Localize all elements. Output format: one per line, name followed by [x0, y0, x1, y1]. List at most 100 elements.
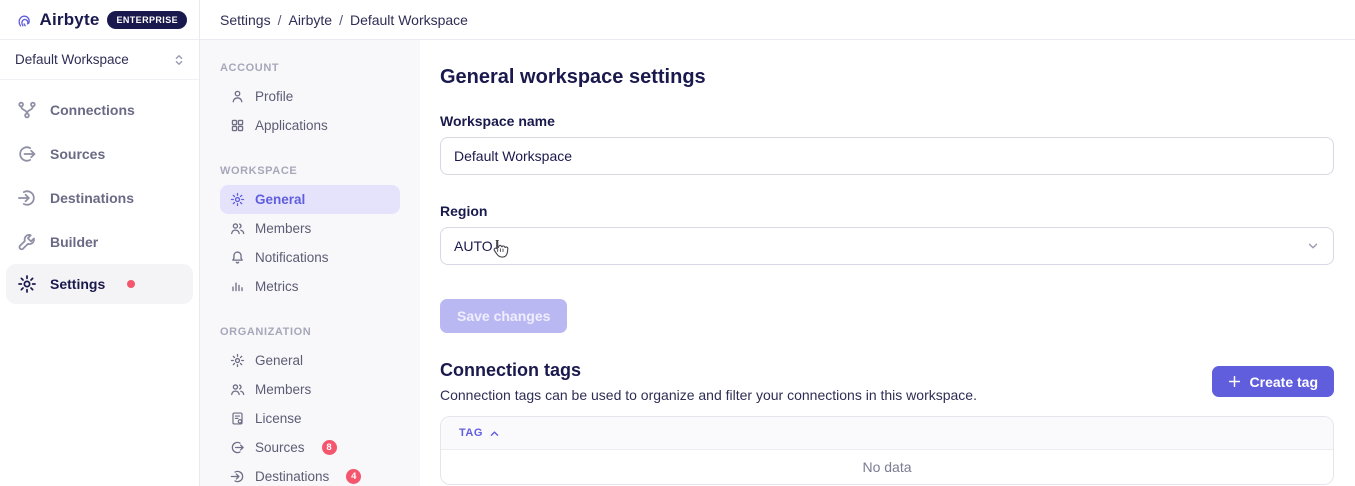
sidebar-item-builder[interactable]: Builder [6, 220, 193, 263]
sidebar-item-label: Destinations [50, 190, 134, 206]
sidebar-item-sources[interactable]: Sources [6, 132, 193, 175]
people-icon [230, 221, 245, 236]
count-badge: 8 [322, 440, 337, 455]
right-column: Settings / Airbyte / Default Workspace ACCOU… [200, 0, 1355, 486]
settings-nav-section-title: ACCOUNT [220, 62, 400, 74]
settings-nav-item-account-applications[interactable]: Applications [220, 111, 400, 140]
breadcrumb-separator: / [339, 12, 343, 28]
connection-tags-description: Connection tags can be used to organize … [440, 387, 977, 403]
breadcrumb: Settings / Airbyte / Default Workspace [220, 12, 468, 28]
primary-sidebar: Airbyte ENTERPRISE Default Workspace Con… [0, 0, 200, 486]
gear-icon [230, 353, 245, 368]
table-empty-state: No data [441, 450, 1333, 484]
settings-nav-item-workspace-notifications[interactable]: Notifications [220, 243, 400, 272]
settings-nav-item-label: General [255, 353, 303, 368]
connection-tags-text: Connection tags Connection tags can be u… [440, 360, 977, 403]
topbar: Settings / Airbyte / Default Workspace [200, 0, 1355, 40]
primary-nav: Connections Sources Destinations Builder Set… [0, 80, 199, 304]
settings-nav-item-label: Notifications [255, 250, 329, 265]
source-icon [17, 144, 37, 164]
destination-icon [230, 469, 245, 484]
region-field: Region AUTO [440, 203, 1334, 265]
logo-row: Airbyte ENTERPRISE [0, 0, 199, 40]
airbyte-logo-icon [16, 9, 32, 31]
sidebar-item-connections[interactable]: Connections [6, 88, 193, 131]
region-label: Region [440, 203, 1334, 219]
settings-nav-item-label: Profile [255, 89, 293, 104]
grid-icon [230, 118, 245, 133]
settings-nav-section-account: ACCOUNT Profile Applications [220, 62, 400, 140]
settings-nav-item-label: Metrics [255, 279, 299, 294]
settings-nav-item-label: Destinations [255, 469, 329, 484]
gear-icon [17, 274, 37, 294]
sidebar-item-settings[interactable]: Settings [6, 264, 193, 304]
settings-nav: ACCOUNT Profile Applications WORKSPACE Gener… [200, 40, 420, 486]
breadcrumb-separator: / [278, 12, 282, 28]
bell-icon [230, 250, 245, 265]
create-tag-button-label: Create tag [1250, 374, 1318, 390]
page-title: General workspace settings [440, 66, 1334, 89]
tag-column-header[interactable]: TAG [441, 417, 1333, 450]
settings-nav-item-label: Sources [255, 440, 305, 455]
connection-tags-header: Connection tags Connection tags can be u… [440, 360, 1334, 403]
settings-nav-item-workspace-general[interactable]: General [220, 185, 400, 214]
breadcrumb-item[interactable]: Default Workspace [350, 12, 468, 28]
chevron-down-icon [1306, 239, 1320, 253]
sidebar-item-destinations[interactable]: Destinations [6, 176, 193, 219]
sidebar-item-label: Sources [50, 146, 105, 162]
settings-nav-item-label: Members [255, 382, 311, 397]
workspace-selector-label: Default Workspace [15, 52, 129, 67]
settings-nav-item-organization-general[interactable]: General [220, 346, 400, 375]
settings-nav-item-organization-destinations[interactable]: Destinations 4 [220, 462, 400, 486]
settings-nav-item-label: License [255, 411, 302, 426]
save-changes-button[interactable]: Save changes [440, 299, 567, 333]
notification-dot [127, 280, 135, 288]
settings-nav-section-title: WORKSPACE [220, 165, 400, 177]
license-icon [230, 411, 245, 426]
connection-tags-table: TAG No data [440, 416, 1334, 485]
settings-nav-item-label: Members [255, 221, 311, 236]
sidebar-item-label: Settings [50, 276, 105, 292]
connection-tags-title: Connection tags [440, 360, 977, 381]
settings-nav-section-organization: ORGANIZATION General Members License Sources… [220, 326, 400, 486]
settings-nav-item-account-profile[interactable]: Profile [220, 82, 400, 111]
settings-nav-section-workspace: WORKSPACE General Members Notifications Metr… [220, 165, 400, 301]
enterprise-badge: ENTERPRISE [107, 11, 187, 29]
people-icon [230, 382, 245, 397]
region-select[interactable]: AUTO [440, 227, 1334, 265]
count-badge: 4 [346, 469, 361, 484]
connections-icon [17, 100, 37, 120]
main-content: General workspace settings Workspace nam… [420, 40, 1355, 486]
settings-nav-item-workspace-members[interactable]: Members [220, 214, 400, 243]
create-tag-button[interactable]: Create tag [1212, 366, 1334, 397]
sidebar-item-label: Connections [50, 102, 135, 118]
settings-nav-item-label: Applications [255, 118, 328, 133]
settings-nav-item-workspace-metrics[interactable]: Metrics [220, 272, 400, 301]
plus-icon [1228, 375, 1241, 388]
builder-icon [17, 232, 37, 252]
logo-text: Airbyte [40, 10, 100, 30]
destination-icon [17, 188, 37, 208]
app-window: Airbyte ENTERPRISE Default Workspace Con… [0, 0, 1355, 486]
settings-nav-item-organization-sources[interactable]: Sources 8 [220, 433, 400, 462]
breadcrumb-item[interactable]: Settings [220, 12, 271, 28]
settings-nav-item-organization-members[interactable]: Members [220, 375, 400, 404]
region-select-value: AUTO [454, 238, 493, 254]
settings-nav-item-label: General [255, 192, 305, 207]
workspace-name-field: Workspace name [440, 113, 1334, 175]
gear-icon [230, 192, 245, 207]
sidebar-item-label: Builder [50, 234, 98, 250]
metrics-icon [230, 279, 245, 294]
person-icon [230, 89, 245, 104]
content-row: ACCOUNT Profile Applications WORKSPACE Gener… [200, 40, 1355, 486]
settings-nav-section-title: ORGANIZATION [220, 326, 400, 338]
workspace-name-label: Workspace name [440, 113, 1334, 129]
source-icon [230, 440, 245, 455]
breadcrumb-item[interactable]: Airbyte [288, 12, 332, 28]
chevron-updown-icon [172, 53, 186, 67]
sort-ascending-icon [489, 428, 500, 439]
tag-column-label: TAG [459, 427, 483, 439]
workspace-name-input[interactable] [440, 137, 1334, 175]
workspace-selector[interactable]: Default Workspace [0, 40, 199, 80]
settings-nav-item-organization-license[interactable]: License [220, 404, 400, 433]
